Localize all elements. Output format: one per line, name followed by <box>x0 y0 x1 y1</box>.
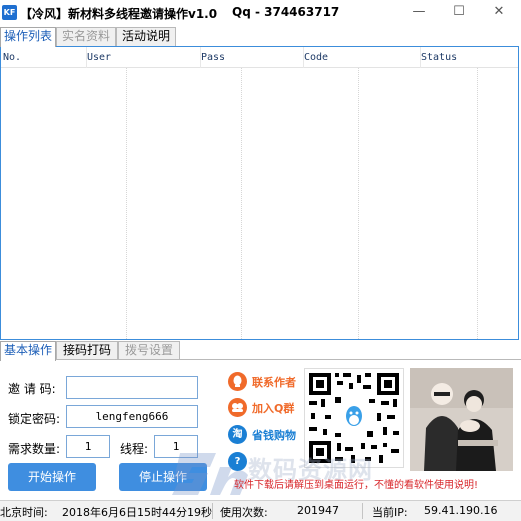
title-bar: KF 【冷风】新材料多线程邀请操作v1.0 Qq - 374463717 — ☐… <box>0 0 521 27</box>
start-button[interactable]: 开始操作 <box>8 463 96 491</box>
grid-line <box>241 68 242 339</box>
usage-notice: 软件下载后请解压到桌面运行，不懂的看软件使用说明! <box>234 480 479 491</box>
status-separator <box>212 503 213 519</box>
window-title: 【冷风】新材料多线程邀请操作v1.0 <box>20 7 218 21</box>
list-header: No. User Pass Code Status <box>1 47 518 68</box>
tab-sms-captcha[interactable]: 接码打码 <box>56 341 118 360</box>
window-title-qq: Qq - 374463717 <box>232 5 340 19</box>
close-button[interactable]: ✕ <box>479 0 519 26</box>
contact-author-label: 联系作者 <box>252 376 296 389</box>
tab-basic-operation[interactable]: 基本操作 <box>0 341 56 361</box>
column-code[interactable]: Code <box>304 47 421 68</box>
beijing-time-value: 2018年6月6日15时44分19秒 <box>62 506 212 519</box>
account-list[interactable]: No. User Pass Code Status <box>0 46 519 340</box>
lock-password-input[interactable]: lengfeng666 <box>66 405 198 428</box>
list-body[interactable] <box>1 68 518 339</box>
grid-line <box>477 68 478 339</box>
grid-line <box>126 68 127 339</box>
current-ip-label: 当前IP: <box>372 506 408 519</box>
minimize-button[interactable]: — <box>399 0 439 26</box>
tab-operation-list[interactable]: 操作列表 <box>0 27 56 47</box>
lock-password-label: 锁定密码: <box>8 412 61 426</box>
quantity-input[interactable]: 1 <box>66 435 110 458</box>
quantity-label: 需求数量: <box>8 442 61 456</box>
tab-real-name-info[interactable]: 实名资料 <box>56 27 116 46</box>
join-group-label: 加入Q群 <box>252 402 295 415</box>
usage-count-value: 201947 <box>297 504 339 517</box>
top-tab-strip: 操作列表 实名资料 活动说明 <box>0 27 521 47</box>
promo-photo <box>410 368 513 471</box>
column-pass[interactable]: Pass <box>201 47 304 68</box>
qq-icon <box>228 372 247 391</box>
usage-count-label: 使用次数: <box>220 506 268 519</box>
threads-label: 线程: <box>120 442 149 456</box>
column-status[interactable]: Status <box>421 47 518 68</box>
taobao-icon: 淘 <box>228 425 247 444</box>
basic-operation-panel: 邀 请 码: 锁定密码: lengfeng666 需求数量: 1 线程: 1 开… <box>0 359 521 500</box>
maximize-button[interactable]: ☐ <box>439 0 479 26</box>
shopping-label: 省钱购物 <box>252 429 296 442</box>
join-group-link[interactable]: 加入Q群 <box>228 398 302 418</box>
tab-activity-description[interactable]: 活动说明 <box>116 27 176 46</box>
status-bar: 北京时间: 2018年6月6日15时44分19秒 使用次数: 201947 当前… <box>0 500 521 521</box>
shopping-link[interactable]: 淘 省钱购物 <box>228 425 302 445</box>
app-icon: KF <box>2 5 17 20</box>
invite-code-input[interactable] <box>66 376 198 399</box>
grid-line <box>358 68 359 339</box>
beijing-time-label: 北京时间: <box>0 506 48 519</box>
column-no[interactable]: No. <box>3 47 87 68</box>
group-icon <box>228 398 247 417</box>
column-user[interactable]: User <box>87 47 201 68</box>
current-ip-value: 59.41.190.16 <box>424 504 498 517</box>
tab-dial-settings[interactable]: 拨号设置 <box>118 341 180 360</box>
invite-code-label: 邀 请 码: <box>8 382 56 396</box>
contact-author-link[interactable]: 联系作者 <box>228 372 302 392</box>
bottom-tab-strip: 基本操作 接码打码 拨号设置 <box>0 341 521 361</box>
status-separator <box>362 503 363 519</box>
